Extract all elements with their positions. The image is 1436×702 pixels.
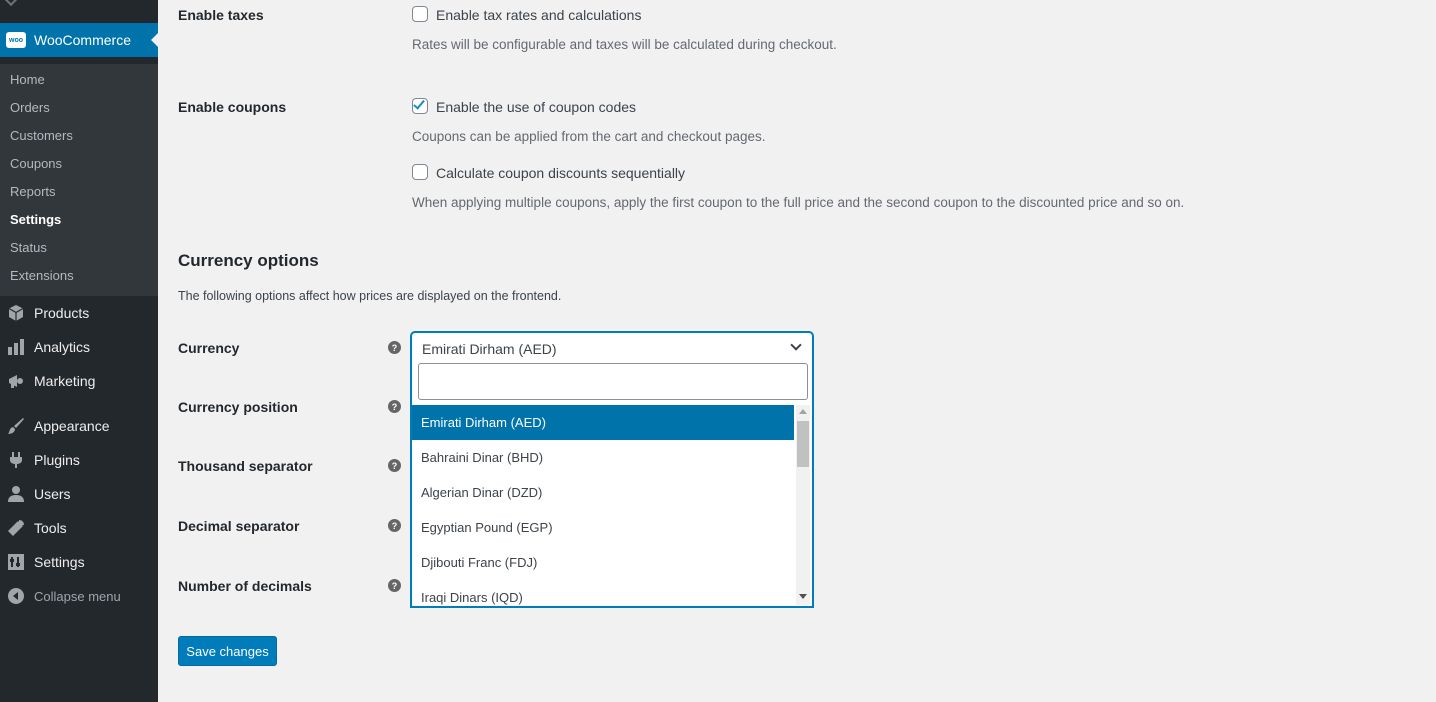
save-changes-button[interactable]: Save changes: [178, 636, 277, 666]
submenu-item-home[interactable]: Home: [10, 72, 45, 87]
menu-item-label: Analytics: [34, 339, 91, 355]
settings-icon: [6, 552, 26, 572]
decimal-separator-help-icon[interactable]: ?: [388, 519, 401, 532]
menu-item-label: Settings: [34, 554, 85, 570]
enable-taxes-checkbox-label[interactable]: Enable tax rates and calculations: [436, 7, 641, 23]
currency-options-description: The following options affect how prices …: [178, 289, 562, 303]
currency-option[interactable]: Emirati Dirham (AED): [412, 405, 794, 440]
scroll-up-arrow-icon[interactable]: [799, 409, 807, 414]
sequential-coupons-checkbox[interactable]: [412, 164, 428, 180]
currency-position-label: Currency position: [178, 399, 298, 415]
menu-item-label: Users: [34, 486, 71, 502]
menu-item-marketing[interactable]: Marketing: [0, 364, 158, 398]
megaphone-icon: [6, 371, 26, 391]
currency-label: Currency: [178, 340, 240, 356]
currency-option[interactable]: Egyptian Pound (EGP): [412, 510, 794, 545]
woocommerce-logo-icon: woo: [6, 32, 26, 48]
number-of-decimals-label: Number of decimals: [178, 578, 312, 594]
bar-chart-icon: [6, 337, 26, 357]
menu-item-label: Plugins: [34, 452, 80, 468]
enable-coupons-description: Coupons can be applied from the cart and…: [412, 129, 766, 144]
currency-select-dropdown[interactable]: Emirati Dirham (AED) Emirati Dirham (AED…: [411, 332, 813, 607]
sequential-coupons-description: When applying multiple coupons, apply th…: [412, 195, 1185, 210]
sequential-coupons-checkbox-label[interactable]: Calculate coupon discounts sequentially: [436, 165, 685, 181]
previous-menu-icon: [3, 0, 19, 7]
menu-item-woocommerce[interactable]: woo WooCommerce: [0, 23, 159, 57]
chevron-down-icon[interactable]: [790, 339, 802, 351]
menu-item-appearance[interactable]: Appearance: [0, 409, 158, 443]
submenu-item-extensions[interactable]: Extensions: [10, 268, 74, 283]
menu-item-analytics[interactable]: Analytics: [0, 330, 158, 364]
submenu-item-customers[interactable]: Customers: [10, 128, 73, 143]
woocommerce-submenu: Home Orders Customers Coupons Reports Se…: [0, 64, 158, 296]
enable-coupons-checkbox-label[interactable]: Enable the use of coupon codes: [436, 99, 636, 115]
collapse-arrow-icon: [6, 586, 26, 606]
enable-taxes-description: Rates will be configurable and taxes wil…: [412, 37, 837, 52]
thousand-separator-label: Thousand separator: [178, 458, 313, 474]
currency-option[interactable]: Algerian Dinar (DZD): [412, 475, 794, 510]
wrench-icon: [6, 518, 26, 538]
submenu-item-reports[interactable]: Reports: [10, 184, 56, 199]
scroll-down-arrow-icon[interactable]: [799, 594, 807, 599]
menu-item-settings[interactable]: Settings: [0, 545, 158, 579]
options-scrollbar[interactable]: [796, 405, 810, 605]
submenu-item-coupons[interactable]: Coupons: [10, 156, 62, 171]
menu-item-label: Tools: [34, 520, 67, 536]
currency-option[interactable]: Djibouti Franc (FDJ): [412, 545, 794, 580]
number-of-decimals-help-icon[interactable]: ?: [388, 579, 401, 592]
paintbrush-icon: [6, 416, 26, 436]
currency-options-title: Currency options: [178, 251, 319, 270]
menu-item-label: Marketing: [34, 373, 96, 389]
scrollbar-thumb[interactable]: [797, 421, 809, 467]
thousand-separator-help-icon[interactable]: ?: [388, 459, 401, 472]
currency-option[interactable]: Iraqi Dinars (IQD): [412, 580, 794, 607]
menu-item-users[interactable]: Users: [0, 477, 158, 511]
menu-item-plugins[interactable]: Plugins: [0, 443, 158, 477]
admin-sidebar: woo WooCommerce Home Orders Customers Co…: [0, 0, 159, 702]
currency-options-list: Emirati Dirham (AED) Bahraini Dinar (BHD…: [412, 405, 794, 607]
submenu-item-orders[interactable]: Orders: [10, 100, 50, 115]
currency-help-icon[interactable]: ?: [388, 341, 401, 354]
currency-select-value[interactable]: Emirati Dirham (AED): [422, 341, 557, 357]
plug-icon: [6, 450, 26, 470]
menu-item-woocommerce-label: WooCommerce: [34, 32, 131, 48]
currency-position-help-icon[interactable]: ?: [388, 400, 401, 413]
collapse-menu-button[interactable]: Collapse menu: [0, 579, 158, 613]
enable-coupons-label: Enable coupons: [178, 99, 287, 115]
current-menu-arrow: [151, 32, 159, 48]
menu-item-label: Appearance: [34, 418, 110, 434]
decimal-separator-label: Decimal separator: [178, 518, 300, 534]
menu-item-label: Products: [34, 305, 90, 321]
enable-taxes-label: Enable taxes: [178, 7, 264, 23]
currency-option[interactable]: Bahraini Dinar (BHD): [412, 440, 794, 475]
menu-item-products[interactable]: Products: [0, 296, 158, 330]
menu-item-tools[interactable]: Tools: [0, 511, 158, 545]
submenu-item-status[interactable]: Status: [10, 240, 47, 255]
collapse-menu-label: Collapse menu: [34, 588, 121, 604]
currency-search-input[interactable]: [418, 363, 808, 400]
enable-taxes-checkbox[interactable]: [412, 6, 428, 22]
submenu-item-settings[interactable]: Settings: [10, 212, 61, 227]
checkmark-icon: [413, 97, 425, 110]
enable-coupons-checkbox[interactable]: [412, 97, 428, 114]
box-icon: [6, 303, 26, 323]
user-icon: [6, 484, 26, 504]
